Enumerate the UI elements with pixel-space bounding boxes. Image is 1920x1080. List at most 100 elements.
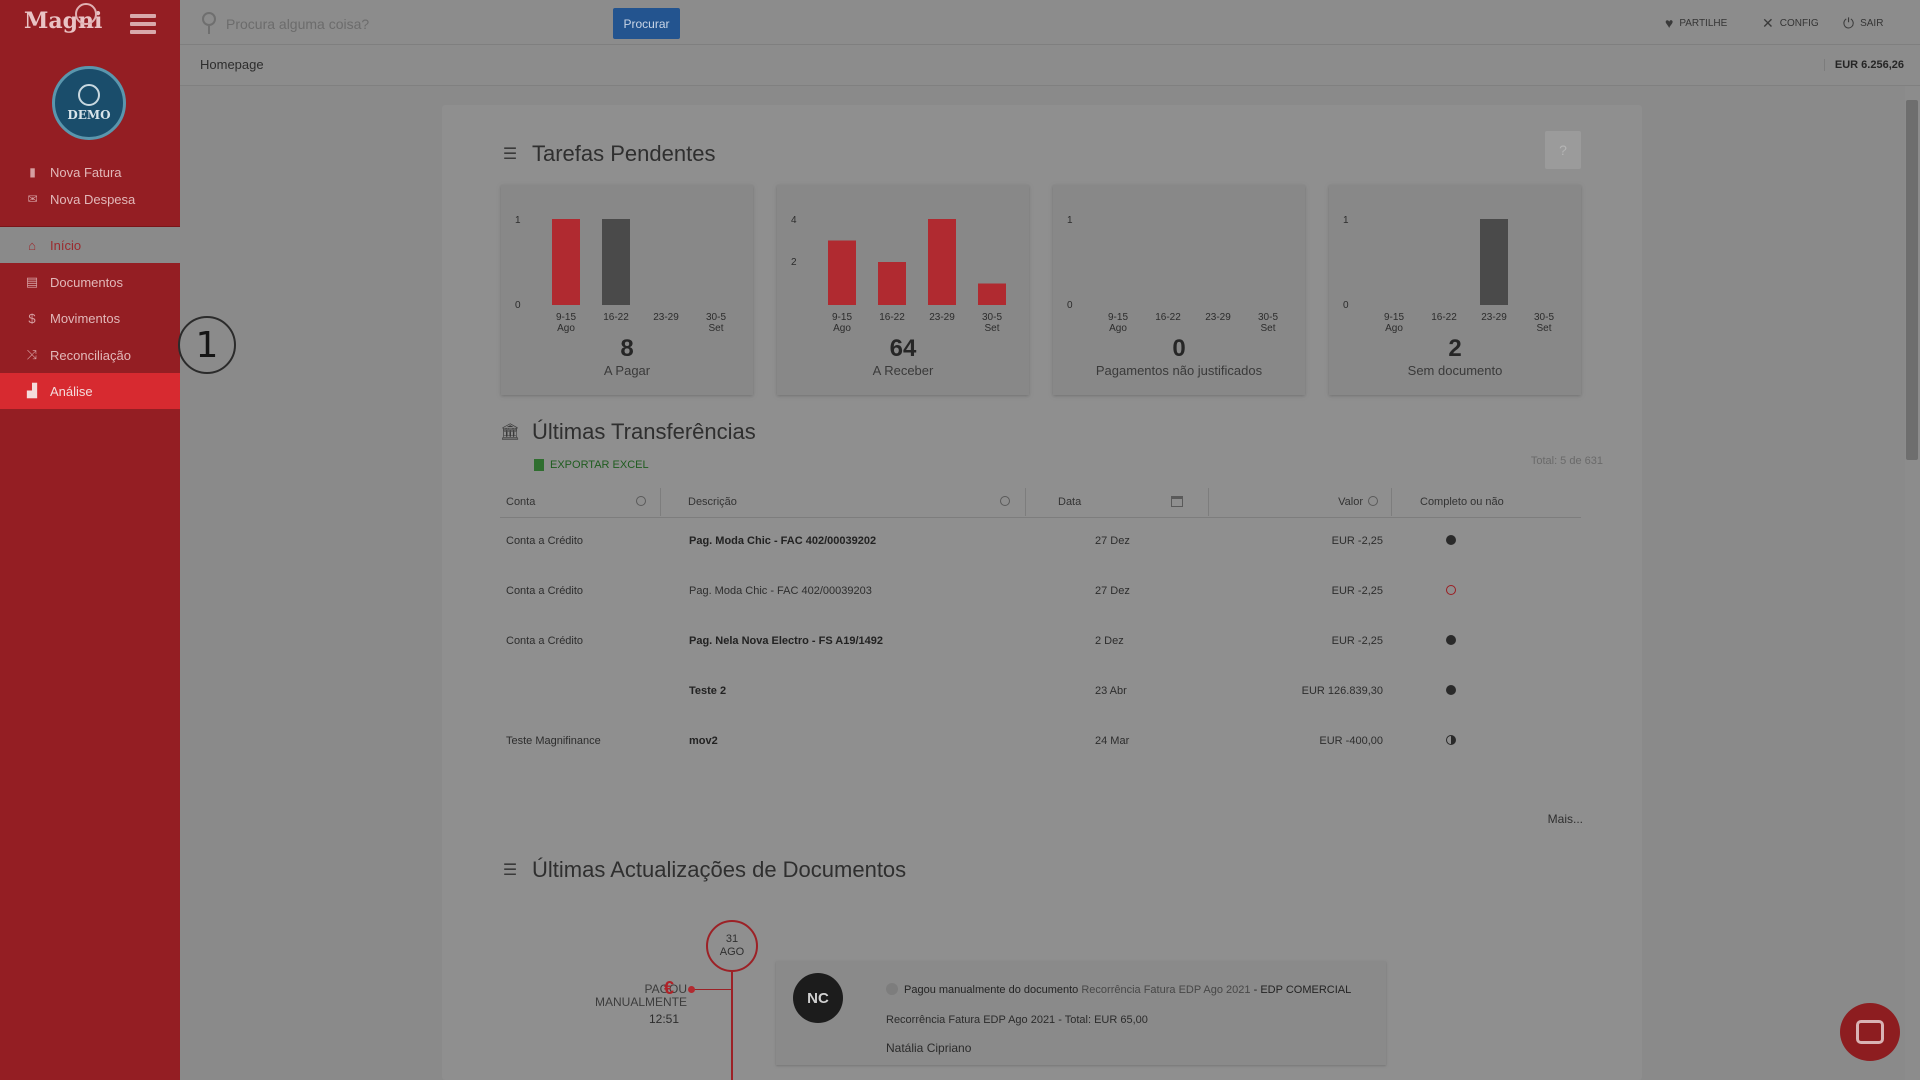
more-link[interactable]: Mais... [1548,812,1583,826]
calendar-icon [1171,496,1183,507]
cell-conta: Conta a Crédito [506,535,584,547]
sidebar-item-movimentos[interactable]: $ Movimentos [0,300,180,336]
column-header-completo[interactable]: Completo ou não [1420,486,1504,518]
search-icon [1000,496,1010,506]
update-action: Pagou manualmente do documento [904,984,1079,996]
logout-button[interactable]: ⏻ SAIR [1843,15,1883,32]
documents-icon: ▤ [25,274,39,289]
x-tick-label: Ago [1109,323,1127,334]
breadcrumb[interactable]: Homepage [200,57,264,72]
y-tick-label: 2 [791,257,797,268]
table-row[interactable]: Conta a Crédito Pag. Moda Chic - FAC 402/… [500,527,1581,577]
column-header-valor[interactable]: Valor [1278,486,1363,518]
cell-descricao: mov2 [689,735,718,747]
update-card[interactable]: NC Pagou manualmente do documento Recorr… [776,961,1386,1065]
new-invoice-label: Nova Fatura [50,164,122,180]
cell-valor: EUR -2,25 [1331,635,1383,647]
dollar-icon: $ [28,310,36,326]
top-bar: Procurar ♥ PARTILHE ✕ CONFIG ⏻ SAIR [180,0,1920,45]
update-document-link[interactable]: Recorrência Fatura EDP Ago 2021 [1081,984,1250,996]
x-tick-label: 23-29 [653,312,679,323]
y-tick-label: 0 [1067,300,1073,311]
task-card-sem-documento[interactable]: 1 0 9-15 Ago 16-22 23-29 30-5 Set 2 Sem documen… [1329,185,1581,395]
sidebar-item-analise[interactable]: ▟ Análise [0,373,180,409]
table-row[interactable]: Teste Magnifinance mov2 24 Mar EUR -400,00 [500,727,1581,777]
task-count: 2 [1448,335,1462,362]
update-user: Natália Cipriano [886,1041,972,1055]
export-excel-label: EXPORTAR EXCEL [550,459,649,471]
table-row[interactable]: Teste 2 23 Abr EUR 126.839,30 [500,677,1581,727]
globe-icon [75,3,97,25]
x-tick-label: 9-15 [1384,312,1404,323]
cell-data: 27 Dez [1095,535,1130,547]
search-input[interactable] [226,12,576,36]
cell-descricao: Pag. Nela Nova Electro - FS A19/1492 [689,635,884,647]
task-card-a-receber[interactable]: 4 2 9-15 Ago 16-22 23-29 30-5 Set 64 A Receber [777,185,1029,395]
column-header-descricao[interactable]: Descrição [688,486,737,518]
table-header: Conta Descrição Data Valor Completo ou n… [500,486,1581,518]
cell-descricao: Pag. Moda Chic - FAC 402/00039202 [689,535,877,547]
sidebar-item-inicio[interactable]: ⌂ Início [0,227,180,263]
export-excel-button[interactable]: EXPORTAR EXCEL [534,459,649,471]
search-conta[interactable] [500,486,650,518]
sidebar: Magni DEMO ▮ Nova Fatura ✉ Nova Despesa … [0,0,180,1080]
transfers-title: Últimas Transferências [532,419,756,444]
task-label: Pagamentos não justificados [1095,363,1263,378]
cell-data: 27 Dez [1095,585,1130,597]
chart-bar [928,219,956,305]
x-tick-label: 23-29 [1481,312,1507,323]
sidebar-item-reconciliacao[interactable]: ⤨ Reconciliação [0,337,180,373]
avatar[interactable]: DEMO [52,66,126,140]
timeline-line [731,972,733,1080]
task-label: Sem documento [1407,363,1503,378]
cell-conta: Conta a Crédito [506,635,584,647]
transfers-heading: 🏛 Últimas Transferências [500,419,756,445]
update-detail: Recorrência Fatura EDP Ago 2021 - Total:… [886,1014,1148,1026]
x-tick-label: 16-22 [1155,312,1181,323]
date-picker[interactable] [1165,486,1185,518]
chart-bar [828,240,856,305]
task-label: A Pagar [603,363,651,378]
column-divider [1208,488,1209,516]
sidebar-item-label: Documentos [50,274,123,290]
column-divider [1025,488,1026,516]
chat-button[interactable] [1840,1003,1900,1061]
updates-title: Últimas Actualizações de Documentos [532,857,907,882]
task-card-a-pagar[interactable]: 1 0 9-15 Ago 16-22 23-29 30-5 Set 8 A Pagar [501,185,753,395]
x-tick-label: Ago [557,323,575,334]
task-label: A Receber [872,363,934,378]
list-icon: ☰ [502,146,518,163]
update-separator: - [1253,984,1258,996]
new-invoice-link[interactable]: ▮ Nova Fatura [0,159,180,185]
config-button[interactable]: ✕ CONFIG [1762,15,1819,32]
cell-conta: Teste Magnifinance [506,735,601,747]
task-card-pagamentos-nao-justificados[interactable]: 1 0 9-15 Ago 16-22 23-29 30-5 Set 0 Pagamentos … [1053,185,1305,395]
avatar-label: DEMO [67,108,111,122]
cursor-icon [78,84,100,106]
share-button[interactable]: ♥ PARTILHE [1665,15,1727,31]
logout-label: SAIR [1860,18,1884,29]
new-expense-link[interactable]: ✉ Nova Despesa [0,186,180,212]
step-marker: 1 [178,316,236,374]
pending-tasks-title: Tarefas Pendentes [532,141,716,166]
sidebar-item-documentos[interactable]: ▤ Documentos [0,264,180,300]
search-valor[interactable] [1366,486,1386,518]
search-descricao[interactable] [990,486,1010,518]
cell-data: 23 Abr [1095,685,1127,697]
column-header-data[interactable]: Data [1058,486,1081,518]
column-divider [660,488,661,516]
bar-chart: 1 0 9-15Ago 16-22 23-29 30-5Set [515,215,726,334]
power-icon: ⏻ [1843,15,1855,31]
scrollbar-thumb[interactable] [1906,100,1918,460]
table-row[interactable]: Conta a Crédito Pag. Moda Chic - FAC 402/… [500,577,1581,627]
hamburger-menu-icon[interactable] [130,14,156,34]
help-button[interactable]: ? [1545,131,1581,169]
cell-descricao: Teste 2 [689,685,727,697]
search-button[interactable]: Procurar [613,8,680,39]
heart-icon: ♥ [1665,15,1674,31]
table-row[interactable]: Conta a Crédito Pag. Nela Nova Electro - … [500,627,1581,677]
share-label: PARTILHE [1679,17,1728,29]
update-entity: EDP COMERCIAL [1260,984,1352,996]
y-tick-label: 1 [1343,215,1349,226]
home-icon: ⌂ [28,237,36,253]
